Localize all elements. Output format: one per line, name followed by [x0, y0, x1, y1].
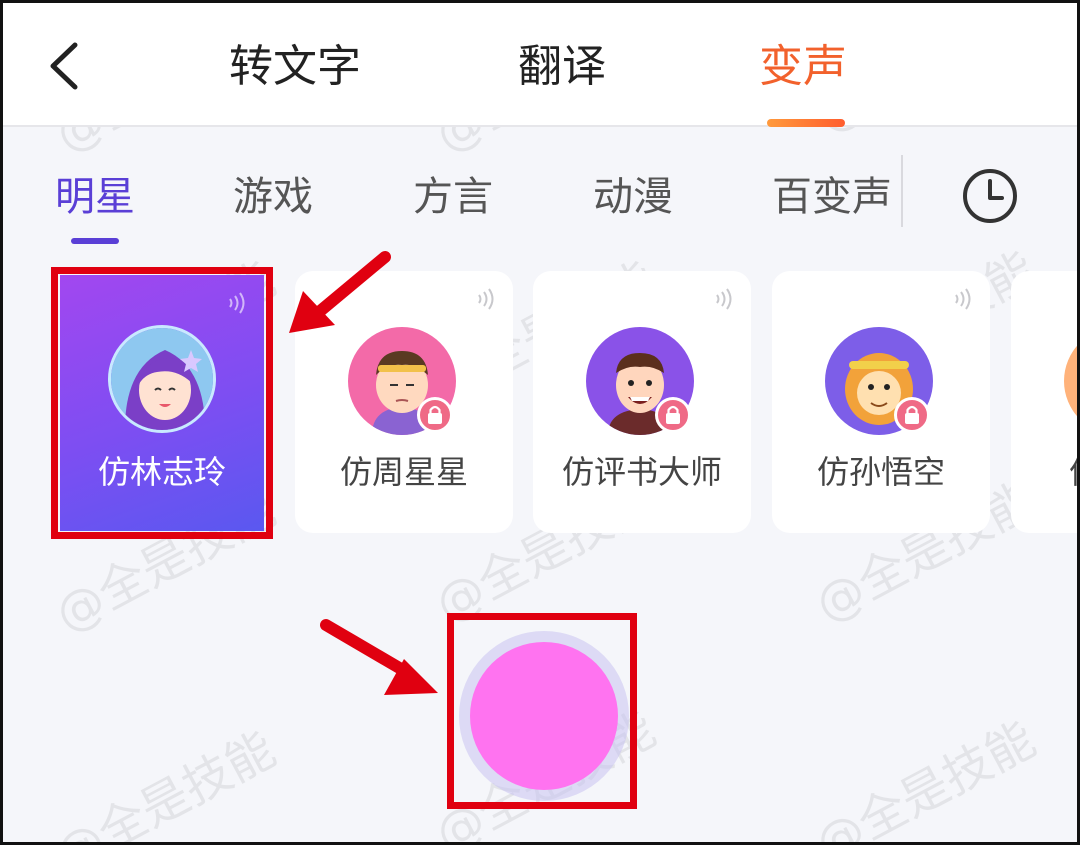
category-tab-stars[interactable]: 明星: [55, 169, 135, 225]
active-tab-indicator: [767, 119, 845, 127]
category-active-indicator: [71, 238, 119, 244]
sound-wave-icon: [229, 292, 245, 314]
category-overflow-clip: 百变声: [768, 163, 902, 229]
watermark: @全是技能: [46, 721, 285, 845]
sound-wave-icon: [955, 288, 971, 310]
voice-card-label: 仿周星星: [339, 453, 468, 491]
app-screen: @全是技能 @全是技能 @全是技能 @全是技能 @全是技能 @全是技能 @全是技…: [0, 0, 1080, 845]
voice-card[interactable]: 仿周星星: [295, 271, 513, 533]
avatar: [108, 325, 216, 433]
sound-wave-icon: [478, 288, 494, 310]
voice-card-selected[interactable]: 仿林志玲: [60, 275, 264, 531]
sound-wave-icon: [716, 288, 732, 310]
voice-card-label: 仿评书大师: [561, 453, 722, 491]
voice-card-label: 仿孙悟空: [816, 453, 945, 491]
tab-translate[interactable]: 翻译: [518, 37, 606, 97]
history-button[interactable]: [961, 167, 1019, 225]
voice-card-label: 仿: [1069, 447, 1077, 493]
lock-badge: [894, 397, 930, 433]
voice-card[interactable]: 仿孙悟空: [772, 271, 990, 533]
avatar: [1064, 327, 1077, 435]
tab-voice-change[interactable]: 变声: [759, 37, 847, 97]
category-tab-anime[interactable]: 动漫: [593, 169, 673, 225]
voice-card-label: 仿林志玲: [97, 453, 226, 491]
arrow-icon: [320, 619, 438, 695]
voice-card[interactable]: 仿评书大师: [533, 271, 751, 533]
top-navigation-bar: 转文字 翻译 变声: [3, 3, 1077, 127]
tab-transcribe[interactable]: 转文字: [229, 37, 361, 97]
record-button[interactable]: [470, 642, 618, 790]
category-divider: [901, 155, 903, 227]
chevron-left-icon: [50, 42, 78, 90]
clock-icon: [963, 169, 1017, 223]
lock-icon: [666, 405, 680, 424]
watermark: @全是技能: [806, 711, 1045, 845]
back-button[interactable]: [43, 41, 91, 91]
voice-card[interactable]: 仿: [1011, 271, 1077, 533]
lock-badge: [417, 397, 453, 433]
category-tab-games[interactable]: 游戏: [233, 169, 313, 225]
lock-badge: [655, 397, 691, 433]
lock-icon: [428, 405, 442, 424]
category-tab-dialects[interactable]: 方言: [413, 169, 493, 225]
lock-icon: [905, 405, 919, 424]
category-tab-variety-voices[interactable]: 百变声: [772, 169, 892, 225]
